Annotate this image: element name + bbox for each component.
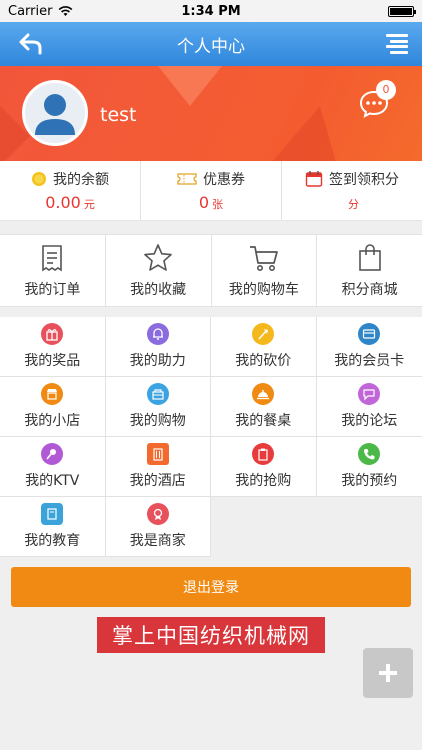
phone-icon <box>358 443 381 465</box>
shortcut-label: 我的购物车 <box>228 281 299 298</box>
ribbon-icon <box>146 503 169 525</box>
bag-icon <box>358 243 381 271</box>
nav-bar: 个人中心 <box>0 22 422 66</box>
gift-icon <box>41 323 64 345</box>
service-label: 我的小店 <box>24 413 81 429</box>
service-label: 我的教育 <box>24 533 81 549</box>
avatar[interactable] <box>22 80 88 146</box>
shortcut-cart[interactable]: 我的购物车 <box>212 235 318 306</box>
service-label: 我的奖品 <box>24 353 81 369</box>
card-icon <box>358 323 381 345</box>
user-icon <box>35 94 75 135</box>
mic-icon <box>41 443 64 465</box>
bell-icon <box>146 323 169 345</box>
service-label: 我的砍价 <box>235 353 292 369</box>
service-label: 我的会员卡 <box>334 353 405 369</box>
back-button[interactable] <box>16 30 46 58</box>
service-ktv[interactable]: 我的KTV <box>0 437 106 497</box>
shortcut-favorites[interactable]: 我的收藏 <box>106 235 212 306</box>
checkin-label: 签到领积分 <box>329 172 399 188</box>
menu-button[interactable] <box>382 32 408 56</box>
axe-icon <box>252 323 275 345</box>
balance-value: 0.00 <box>45 193 81 212</box>
service-dining[interactable]: 我的餐桌 <box>211 377 317 437</box>
shortcut-label: 我的订单 <box>24 281 81 298</box>
service-label: 我的预约 <box>341 473 398 489</box>
coupon-value: 0 <box>198 193 210 212</box>
floating-add-button[interactable] <box>363 648 413 698</box>
service-forum[interactable]: 我的论坛 <box>316 377 422 437</box>
chat-icon <box>358 383 381 405</box>
book-icon <box>41 503 64 525</box>
service-merchant[interactable]: 我是商家 <box>105 497 211 557</box>
coupon-unit: 张 <box>212 198 224 211</box>
coin-icon <box>32 172 46 186</box>
shortcut-orders[interactable]: 我的订单 <box>0 235 106 306</box>
service-shop[interactable]: 我的小店 <box>0 377 106 437</box>
service-label: 我的论坛 <box>341 413 398 429</box>
cart-icon <box>249 245 278 271</box>
service-education[interactable]: 我的教育 <box>0 497 106 557</box>
star-icon <box>144 243 172 271</box>
wifi-icon <box>59 5 73 16</box>
carrier-label: Carrier <box>8 3 53 19</box>
plus-icon <box>379 664 397 682</box>
shortcut-points-mall[interactable]: 积分商城 <box>317 235 422 306</box>
username: test <box>100 104 137 126</box>
service-grid: 我的奖品 我的助力 我的砍价 我的会员卡 我的小店 我的购物 我的餐桌 我的论坛… <box>0 317 422 557</box>
service-hotel[interactable]: 我的酒店 <box>105 437 211 497</box>
service-assist[interactable]: 我的助力 <box>105 317 211 377</box>
service-flash-sale[interactable]: 我的抢购 <box>211 437 317 497</box>
back-arrow-icon <box>19 33 42 55</box>
page-title: 个人中心 <box>177 36 245 57</box>
checkin-stat[interactable]: 签到领积分 分 <box>282 161 422 220</box>
message-badge: 0 <box>376 80 396 100</box>
battery-level <box>390 7 412 15</box>
service-label: 我的KTV <box>25 473 80 489</box>
coupon-stat[interactable]: 优惠券 0张 <box>141 161 282 220</box>
shortcut-label: 积分商城 <box>341 281 398 298</box>
service-label: 我的酒店 <box>129 473 186 489</box>
coupon-label: 优惠券 <box>203 172 245 188</box>
logout-button[interactable]: 退出登录 <box>11 567 411 607</box>
service-booking[interactable]: 我的预约 <box>316 437 422 497</box>
service-member-card[interactable]: 我的会员卡 <box>316 317 422 377</box>
battery-icon <box>388 5 416 17</box>
service-label: 我是商家 <box>129 533 186 549</box>
service-shopping[interactable]: 我的购物 <box>105 377 211 437</box>
service-label: 我的助力 <box>129 353 186 369</box>
order-icon <box>42 244 63 271</box>
shop-icon <box>41 383 64 405</box>
dish-icon <box>252 383 275 405</box>
service-prizes[interactable]: 我的奖品 <box>0 317 106 377</box>
shortcut-label: 我的收藏 <box>130 281 187 298</box>
balance-label: 我的余额 <box>53 172 109 188</box>
balance-unit: 元 <box>83 198 95 211</box>
menu-icon <box>386 34 408 37</box>
basket-icon <box>146 383 169 405</box>
calendar-icon <box>305 171 323 187</box>
account-stats: 我的余额 0.00 元 优惠券 0张 签到领积分 分 <box>0 161 422 221</box>
clipboard-icon <box>252 443 275 465</box>
coupon-icon <box>177 173 197 185</box>
hotel-icon <box>146 443 169 465</box>
shortcut-grid: 我的订单 我的收藏 我的购物车 积分商城 <box>0 234 422 307</box>
service-label: 我的餐桌 <box>235 413 292 429</box>
status-bar: Carrier 1:34 PM <box>0 0 422 22</box>
checkin-unit: 分 <box>348 198 359 211</box>
service-bargain[interactable]: 我的砍价 <box>211 317 317 377</box>
service-label: 我的购物 <box>129 413 186 429</box>
balance-stat[interactable]: 我的余额 0.00 元 <box>0 161 141 220</box>
service-label: 我的抢购 <box>235 473 292 489</box>
site-banner: 掌上中国纺织机械网 <box>97 617 325 653</box>
